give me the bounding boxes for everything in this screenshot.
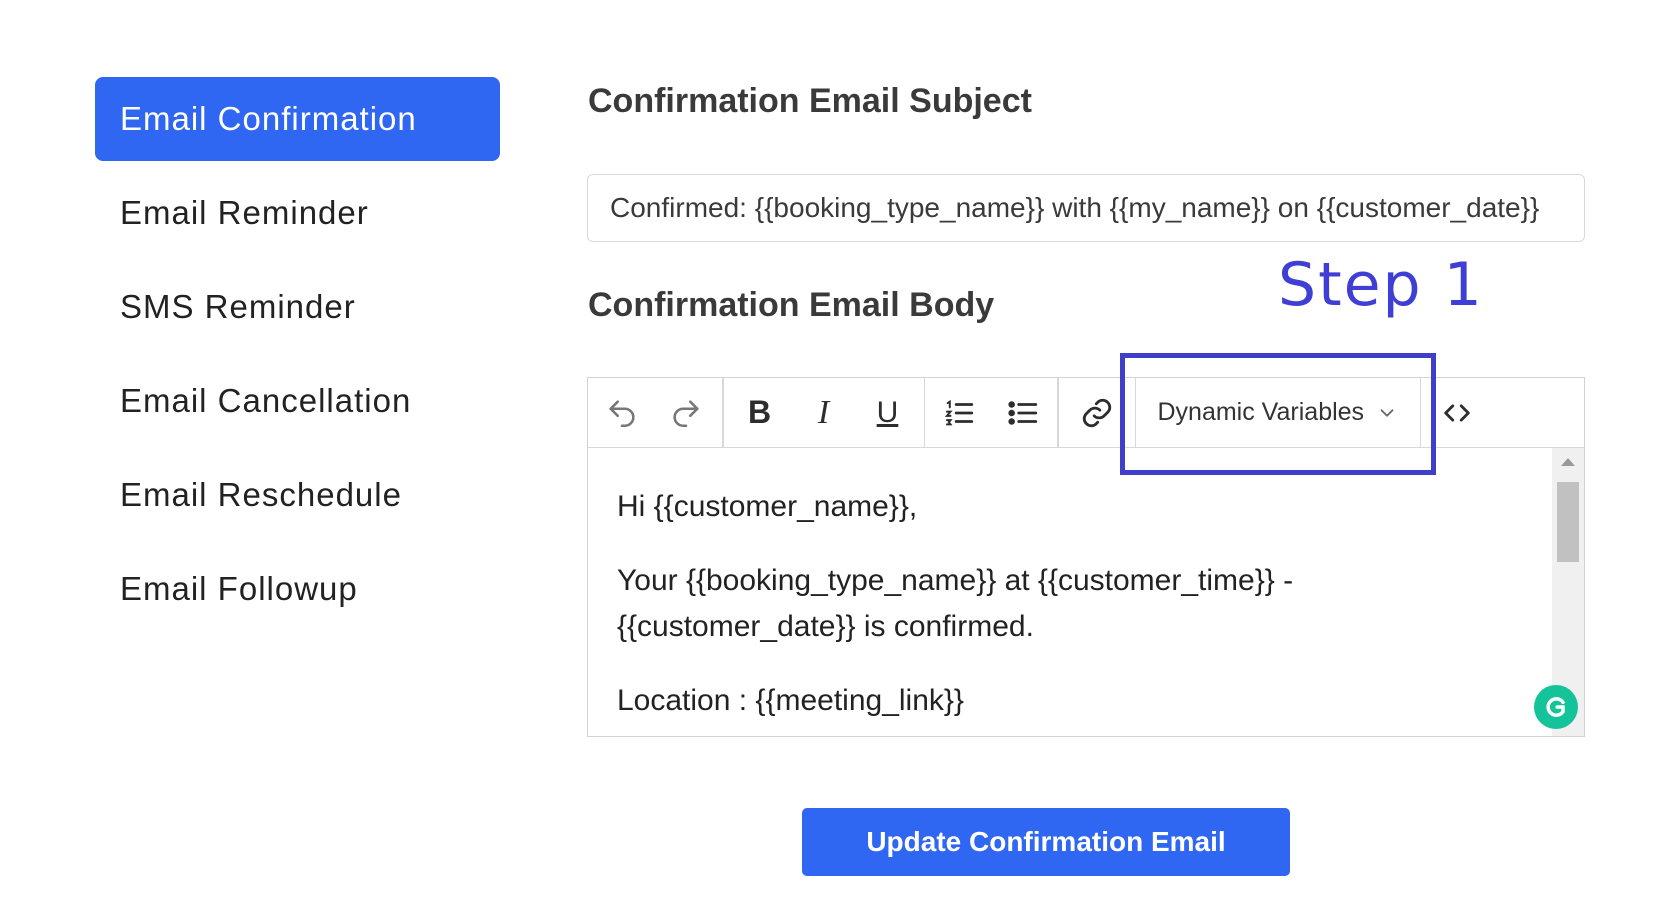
- sidebar-item-email-cancellation[interactable]: Email Cancellation: [95, 359, 500, 443]
- underline-button[interactable]: U: [856, 378, 920, 447]
- update-confirmation-email-button[interactable]: Update Confirmation Email: [802, 808, 1290, 876]
- redo-button[interactable]: [654, 378, 718, 447]
- redo-icon: [673, 399, 699, 427]
- rich-text-editor: B I U Dynamic Variables Hi {{customer_na…: [587, 377, 1585, 737]
- subject-heading: Confirmation Email Subject: [588, 82, 1032, 120]
- body-paragraph: Your {{booking_type_name}} at {{customer…: [617, 564, 1294, 643]
- editor-toolbar: B I U Dynamic Variables: [588, 378, 1584, 448]
- grammarly-icon: [1546, 697, 1565, 717]
- subject-input[interactable]: [587, 174, 1585, 242]
- source-code-button[interactable]: [1425, 378, 1489, 447]
- sidebar-item-email-reminder[interactable]: Email Reminder: [95, 171, 500, 255]
- link-button[interactable]: [1065, 378, 1129, 447]
- ordered-list-button[interactable]: [927, 378, 991, 447]
- chevron-down-icon: [1380, 408, 1394, 417]
- undo-icon: [609, 399, 635, 427]
- body-heading: Confirmation Email Body: [588, 286, 995, 324]
- italic-button[interactable]: I: [792, 378, 856, 447]
- scrollbar-thumb[interactable]: [1557, 482, 1579, 562]
- bullet-list-icon: [1008, 400, 1038, 425]
- scroll-up-arrow-icon[interactable]: [1561, 458, 1575, 466]
- sidebar-item-email-confirmation[interactable]: Email Confirmation: [95, 77, 500, 161]
- bullet-list-button[interactable]: [991, 378, 1055, 447]
- code-icon: [1444, 404, 1470, 421]
- dynamic-variables-dropdown[interactable]: Dynamic Variables: [1134, 378, 1422, 447]
- body-paragraph: Hi {{customer_name}},: [617, 490, 918, 523]
- sidebar-item-email-followup[interactable]: Email Followup: [95, 547, 500, 631]
- sidebar-item-email-reschedule[interactable]: Email Reschedule: [95, 453, 500, 537]
- step-annotation-label: Step 1: [1278, 250, 1484, 320]
- editor-scrollbar[interactable]: [1534, 448, 1584, 736]
- link-icon: [1082, 398, 1111, 427]
- body-paragraph: Location : {{meeting_link}}: [617, 684, 964, 717]
- ordered-list-icon: [944, 399, 974, 425]
- grammarly-button[interactable]: [1534, 685, 1578, 729]
- dynamic-variables-label: Dynamic Variables: [1157, 398, 1365, 426]
- sidebar-item-sms-reminder[interactable]: SMS Reminder: [95, 265, 500, 349]
- editor-content-area[interactable]: Hi {{customer_name}}, Your {{booking_typ…: [588, 448, 1584, 736]
- template-sidebar: Email Confirmation Email Reminder SMS Re…: [95, 77, 500, 631]
- undo-button[interactable]: [590, 378, 654, 447]
- bold-button[interactable]: B: [728, 378, 792, 447]
